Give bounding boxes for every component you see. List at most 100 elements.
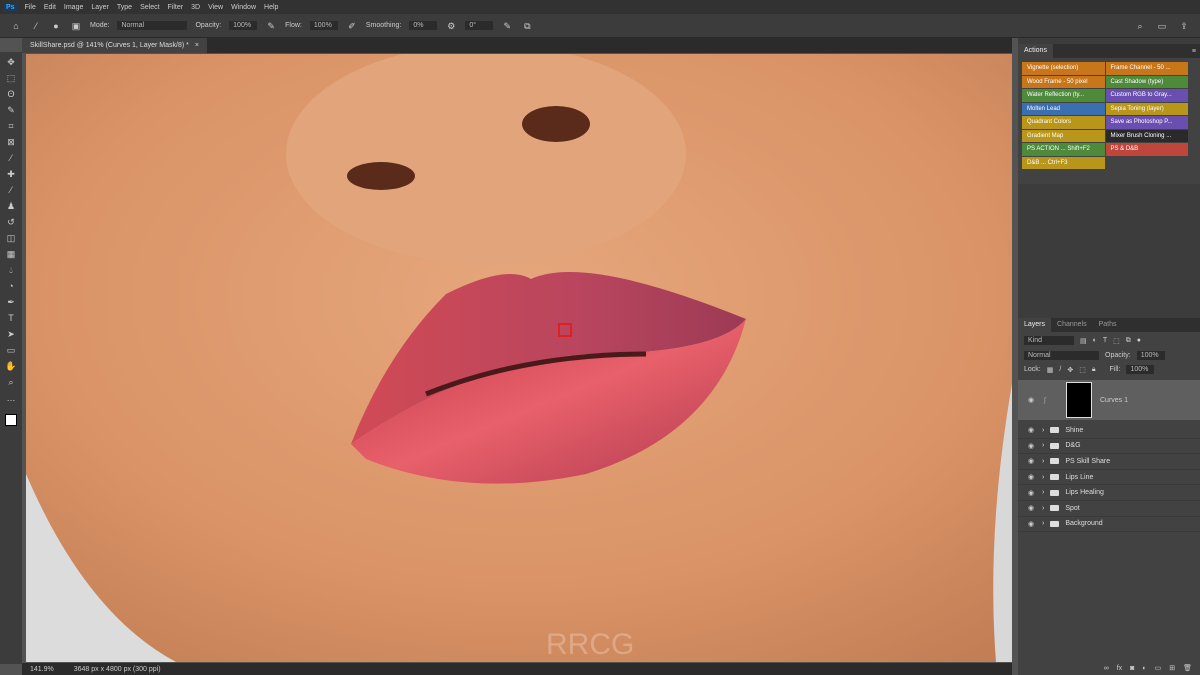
filter-toggle-icon[interactable]: ● <box>1137 337 1141 344</box>
layer-group[interactable]: ◉ › PS Skill Share <box>1018 454 1200 470</box>
new-group-icon[interactable]: ▭ <box>1155 664 1162 672</box>
close-icon[interactable]: × <box>195 42 199 49</box>
action-button[interactable]: Custom RGB to Gray... <box>1105 89 1188 102</box>
lasso-tool-icon[interactable]: ʘ <box>5 88 17 100</box>
layer-group[interactable]: ◉ › Background <box>1018 517 1200 533</box>
expand-chevron-icon[interactable]: › <box>1042 505 1044 512</box>
layer-group[interactable]: ◉ › Spot <box>1018 501 1200 517</box>
action-button[interactable]: D&B ... Ctrl+F3 <box>1022 156 1105 169</box>
pressure-size-icon[interactable]: ✎ <box>501 20 513 32</box>
visibility-eye-icon[interactable]: ◉ <box>1028 396 1036 404</box>
move-tool-icon[interactable]: ✥ <box>5 56 17 68</box>
visibility-eye-icon[interactable]: ◉ <box>1028 504 1036 512</box>
action-button[interactable]: Vignette (selection) <box>1022 62 1105 75</box>
action-button[interactable]: Frame Channel - 50 ... <box>1105 62 1188 75</box>
zoom-level[interactable]: 141.9% <box>30 666 54 673</box>
tab-paths[interactable]: Paths <box>1093 318 1123 332</box>
new-adjustment-icon[interactable]: ◐ <box>1142 665 1146 672</box>
menu-image[interactable]: Image <box>64 4 83 11</box>
shape-tool-icon[interactable]: ▭ <box>5 344 17 356</box>
link-icon[interactable]: ∞ <box>1104 665 1109 672</box>
visibility-eye-icon[interactable]: ◉ <box>1028 457 1036 465</box>
menu-type[interactable]: Type <box>117 4 132 11</box>
expand-chevron-icon[interactable]: › <box>1042 427 1044 434</box>
layer-group[interactable]: ◉ › Lips Healing <box>1018 485 1200 501</box>
quick-select-tool-icon[interactable]: ✎ <box>5 104 17 116</box>
lock-move-icon[interactable]: ✥ <box>1067 366 1073 374</box>
action-button[interactable]: Sepia Toning (layer) <box>1105 102 1188 115</box>
frame-tool-icon[interactable]: ⊠ <box>5 136 17 148</box>
dodge-tool-icon[interactable]: ◔ <box>5 280 17 292</box>
marquee-tool-icon[interactable]: ⬚ <box>5 72 17 84</box>
menu-help[interactable]: Help <box>264 4 278 11</box>
filter-smart-icon[interactable]: ⧉ <box>1126 337 1131 345</box>
healing-tool-icon[interactable]: ✚ <box>5 168 17 180</box>
menu-view[interactable]: View <box>208 4 223 11</box>
zoom-tool-icon[interactable]: ⌕ <box>5 376 17 388</box>
new-layer-icon[interactable]: ⊞ <box>1169 664 1175 672</box>
expand-chevron-icon[interactable]: › <box>1042 442 1044 449</box>
action-button[interactable]: PS ACTION ... Shift+F2 <box>1022 143 1105 156</box>
brush-settings-icon[interactable]: ▣ <box>70 20 82 32</box>
layer-mask-thumbnail[interactable] <box>1066 382 1092 418</box>
eraser-tool-icon[interactable]: ◫ <box>5 232 17 244</box>
panel-menu-icon[interactable]: ≡ <box>1192 48 1200 55</box>
menu-layer[interactable]: Layer <box>91 4 109 11</box>
brush-tool-icon[interactable]: ⁄ <box>5 184 17 196</box>
layer-opacity-field[interactable]: 100% <box>1136 351 1165 360</box>
menu-file[interactable]: File <box>25 4 36 11</box>
home-icon[interactable]: ⌂ <box>10 20 22 32</box>
menu-select[interactable]: Select <box>140 4 159 11</box>
visibility-eye-icon[interactable]: ◉ <box>1028 520 1036 528</box>
filter-type-icon[interactable]: T <box>1103 337 1107 344</box>
pressure-opacity-icon[interactable]: ✎ <box>265 20 277 32</box>
layer-group[interactable]: ◉ › Shine <box>1018 423 1200 439</box>
action-button[interactable]: PS & D&B <box>1105 143 1188 156</box>
action-button[interactable]: Water Reflection (ty... <box>1022 89 1105 102</box>
stamp-tool-icon[interactable]: ♟ <box>5 200 17 212</box>
visibility-eye-icon[interactable]: ◉ <box>1028 442 1036 450</box>
tab-layers[interactable]: Layers <box>1018 318 1052 332</box>
lock-paint-icon[interactable]: / <box>1059 366 1061 373</box>
action-button[interactable]: Cast Shadow (type) <box>1105 75 1188 88</box>
workspace-icon[interactable]: ▭ <box>1156 20 1168 32</box>
gear-icon[interactable]: ⚙ <box>445 20 457 32</box>
action-button[interactable]: Wood Frame - 50 pixel <box>1022 75 1105 88</box>
lock-all-icon[interactable]: 🔒︎ <box>1092 366 1096 374</box>
expand-chevron-icon[interactable]: › <box>1042 458 1044 465</box>
airbrush-icon[interactable]: ✐ <box>346 20 358 32</box>
expand-chevron-icon[interactable]: › <box>1042 474 1044 481</box>
path-select-tool-icon[interactable]: ➤ <box>5 328 17 340</box>
document-tab[interactable]: SkillShare.psd @ 141% (Curves 1, Layer M… <box>22 38 207 53</box>
fill-field[interactable]: 100% <box>1126 365 1155 374</box>
hand-tool-icon[interactable]: ✋ <box>5 360 17 372</box>
brush-preset-icon[interactable]: ● <box>50 20 62 32</box>
visibility-eye-icon[interactable]: ◉ <box>1028 489 1036 497</box>
layer-group[interactable]: ◉ › D&G <box>1018 439 1200 455</box>
action-button[interactable]: Save as Photoshop P... <box>1105 116 1188 129</box>
action-button[interactable]: Molten Lead <box>1022 102 1105 115</box>
layer-group[interactable]: ◉ › Lips Line <box>1018 470 1200 486</box>
filter-shape-icon[interactable]: ⬚ <box>1113 337 1120 345</box>
menu-filter[interactable]: Filter <box>168 4 184 11</box>
eyedropper-tool-icon[interactable]: ⁄ <box>5 152 17 164</box>
angle-field[interactable]: 0° <box>465 21 494 30</box>
fx-icon[interactable]: fx <box>1117 665 1122 672</box>
flow-field[interactable]: 100% <box>309 21 338 30</box>
pen-tool-icon[interactable]: ✒ <box>5 296 17 308</box>
share-icon[interactable]: ⇪ <box>1178 20 1190 32</box>
gradient-tool-icon[interactable]: ▦ <box>5 248 17 260</box>
action-button[interactable]: Mixer Brush Cloning ... <box>1105 129 1188 142</box>
more-tool-icon[interactable]: … <box>5 392 17 404</box>
image-canvas[interactable]: RRCG <box>26 54 1012 662</box>
menu-edit[interactable]: Edit <box>44 4 56 11</box>
tab-channels[interactable]: Channels <box>1051 318 1093 332</box>
search-icon[interactable]: ⌕ <box>1134 20 1146 32</box>
symmetry-icon[interactable]: ⧉ <box>521 20 533 32</box>
blur-tool-icon[interactable]: 💧︎ <box>5 264 17 276</box>
filter-pixel-icon[interactable]: ▤ <box>1080 337 1087 345</box>
expand-chevron-icon[interactable]: › <box>1042 520 1044 527</box>
action-button[interactable]: Gradient Map <box>1022 129 1105 142</box>
lock-pixels-icon[interactable]: ▦ <box>1047 366 1054 374</box>
tab-actions[interactable]: Actions <box>1018 44 1053 58</box>
